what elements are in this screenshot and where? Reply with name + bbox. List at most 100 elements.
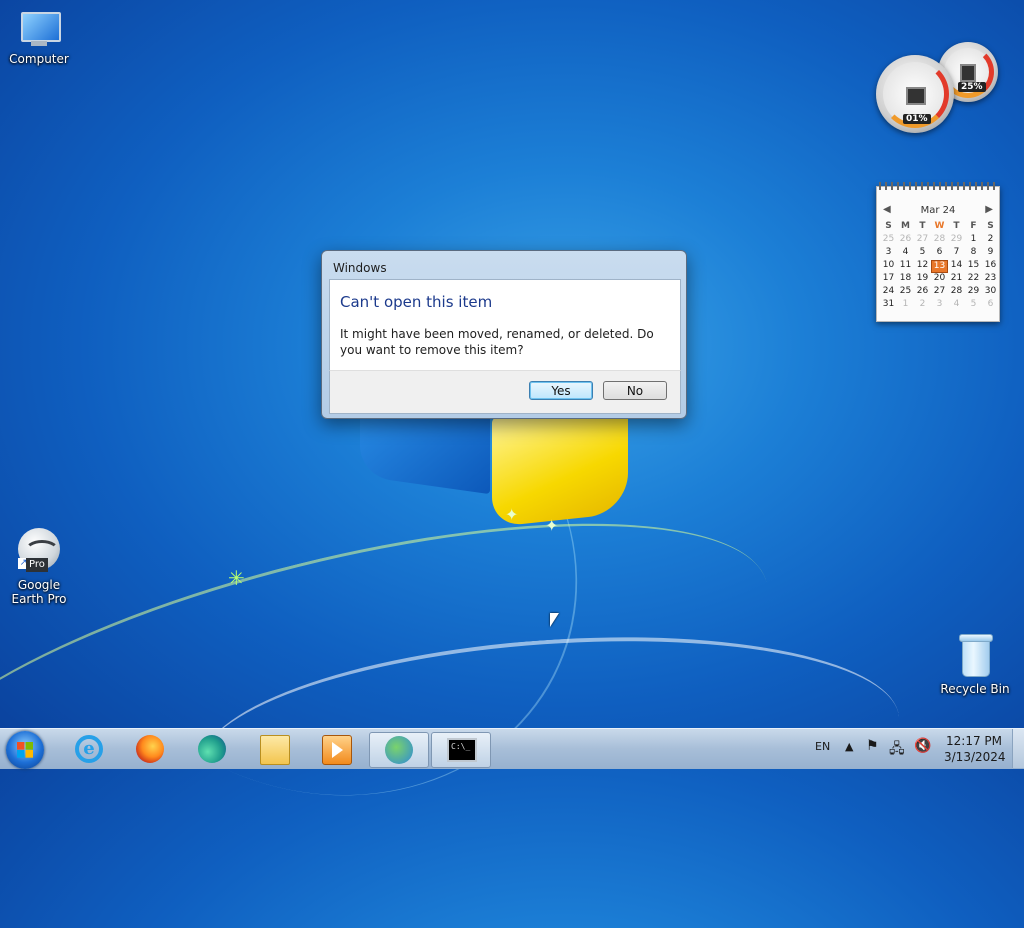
edge-icon [198,735,226,763]
calendar-day[interactable]: 26 [914,286,931,299]
calendar-weekday-header: W [934,221,945,231]
desktop-icon-google-earth-pro[interactable]: ↗ Pro Google Earth Pro [0,528,78,606]
calendar-day[interactable]: 4 [948,299,965,312]
dialog-content: Can't open this item It might have been … [329,279,681,371]
pro-badge: Pro [26,558,48,572]
calendar-day[interactable]: 24 [880,286,897,299]
calendar-day[interactable]: 5 [914,247,931,260]
calendar-day[interactable]: 14 [948,260,965,273]
calendar-day[interactable]: 22 [965,273,982,286]
system-clock[interactable]: 12:17 PM 3/13/2024 [944,733,1006,765]
wallpaper-sparkle: ✳ [228,566,245,590]
calendar-day[interactable]: 9 [982,247,999,260]
show-hidden-icons-icon[interactable]: ▲ [845,740,853,753]
calendar-day[interactable]: 6 [982,299,999,312]
calendar-rings [879,182,997,190]
calendar-day[interactable]: 31 [880,299,897,312]
command-prompt-icon: C:\_ [447,738,477,762]
calendar-weekday-header: T [953,221,960,231]
dialog-button-bar: Yes No [329,370,681,414]
calendar-gadget[interactable]: ◀ Mar 24 ▶ S M T W T F S 25 26 27 28 29 1 2 3 4 5 6 7 8 9 10 1… [876,182,1000,322]
calendar-day[interactable]: 2 [914,299,931,312]
desktop-icon-label: Computer [9,52,69,66]
calendar-day[interactable]: 5 [965,299,982,312]
google-earth-icon: ↗ Pro [16,528,62,574]
dialog-heading: Can't open this item [340,293,493,311]
memory-percent: 25% [958,82,986,92]
action-center-flag-icon[interactable]: ⚑ [866,738,879,754]
calendar-day[interactable]: 1 [965,234,982,247]
calendar-day[interactable]: 3 [931,299,948,312]
taskbar-internet-explorer[interactable]: e [60,732,118,766]
taskbar-firefox[interactable] [121,732,179,766]
calendar-day[interactable]: 15 [965,260,982,273]
mouse-cursor [550,613,559,627]
calendar-grid: S M T W T F S 25 26 27 28 29 1 2 3 4 5 6 7 8 9 10 11 12 13 14 15 16… [880,221,999,312]
dialog-title: Windows [333,261,387,275]
taskbar-edge[interactable] [183,732,241,766]
language-indicator[interactable]: EN [815,740,830,753]
error-dialog: Windows Can't open this item It might ha… [321,250,687,419]
calendar-day[interactable]: 18 [897,273,914,286]
calendar-next-icon[interactable]: ▶ [985,204,993,215]
computer-icon [17,10,61,48]
desktop-icon-label: Google Earth Pro [11,578,67,606]
taskbar-command-prompt[interactable]: C:\_ [431,732,491,768]
calendar-day[interactable]: 13 [931,260,948,273]
calendar-day[interactable]: 27 [931,286,948,299]
calendar-day[interactable]: 19 [914,273,931,286]
calendar-day[interactable]: 11 [897,260,914,273]
calendar-month-label: Mar 24 [920,205,956,216]
firefox-icon [136,735,164,763]
no-button[interactable]: No [603,381,667,400]
calendar-day[interactable]: 10 [880,260,897,273]
memory-chip-icon [960,64,976,82]
volume-muted-icon[interactable]: 🔇 [914,738,931,754]
calendar-day[interactable]: 12 [914,260,931,273]
taskbar-file-explorer[interactable] [245,732,303,766]
calendar-weekday-header: T [919,221,926,231]
calendar-day[interactable]: 16 [982,260,999,273]
calendar-day[interactable]: 25 [897,286,914,299]
calendar-day[interactable]: 29 [948,234,965,247]
file-explorer-icon [260,735,290,765]
calendar-day[interactable]: 27 [914,234,931,247]
calendar-day[interactable]: 20 [931,273,948,286]
cpu-percent: 01% [903,114,931,124]
taskbar: e C:\_ EN ▲ ⚑ 🖧 🔇 [0,728,1024,769]
clock-date: 3/13/2024 [944,750,1006,764]
calendar-day[interactable]: 4 [897,247,914,260]
calendar-day[interactable]: 29 [965,286,982,299]
network-icon[interactable]: 🖧 [889,738,905,762]
calendar-day[interactable]: 28 [948,286,965,299]
calendar-weekday-header: M [901,221,910,231]
taskbar-people[interactable] [369,732,429,768]
calendar-day[interactable]: 6 [931,247,948,260]
yes-button[interactable]: Yes [529,381,593,400]
calendar-day[interactable]: 25 [880,234,897,247]
calendar-day[interactable]: 2 [982,234,999,247]
people-icon [385,736,413,764]
taskbar-media-player[interactable] [307,732,365,766]
calendar-day[interactable]: 26 [897,234,914,247]
wallpaper-sparkle: ✦ [505,505,519,524]
start-button[interactable] [6,731,44,769]
calendar-day[interactable]: 3 [880,247,897,260]
calendar-day[interactable]: 8 [965,247,982,260]
calendar-weekday-header: F [970,221,977,231]
desktop-icon-recycle-bin[interactable]: Recycle Bin [936,632,1014,696]
calendar-day[interactable]: 7 [948,247,965,260]
desktop-icon-computer[interactable]: Computer [0,10,78,66]
calendar-day[interactable]: 21 [948,273,965,286]
wallpaper-sparkle: ✦ [545,516,559,535]
calendar-day[interactable]: 23 [982,273,999,286]
cpu-gauge[interactable]: 01% [876,55,954,133]
calendar-day[interactable]: 1 [897,299,914,312]
recycle-bin-icon [957,632,993,678]
calendar-day[interactable]: 17 [880,273,897,286]
cpu-chip-icon [906,87,926,105]
calendar-day[interactable]: 30 [982,286,999,299]
dialog-message: It might have been moved, renamed, or de… [340,327,654,357]
calendar-day[interactable]: 28 [931,234,948,247]
show-desktop-button[interactable] [1012,729,1024,768]
